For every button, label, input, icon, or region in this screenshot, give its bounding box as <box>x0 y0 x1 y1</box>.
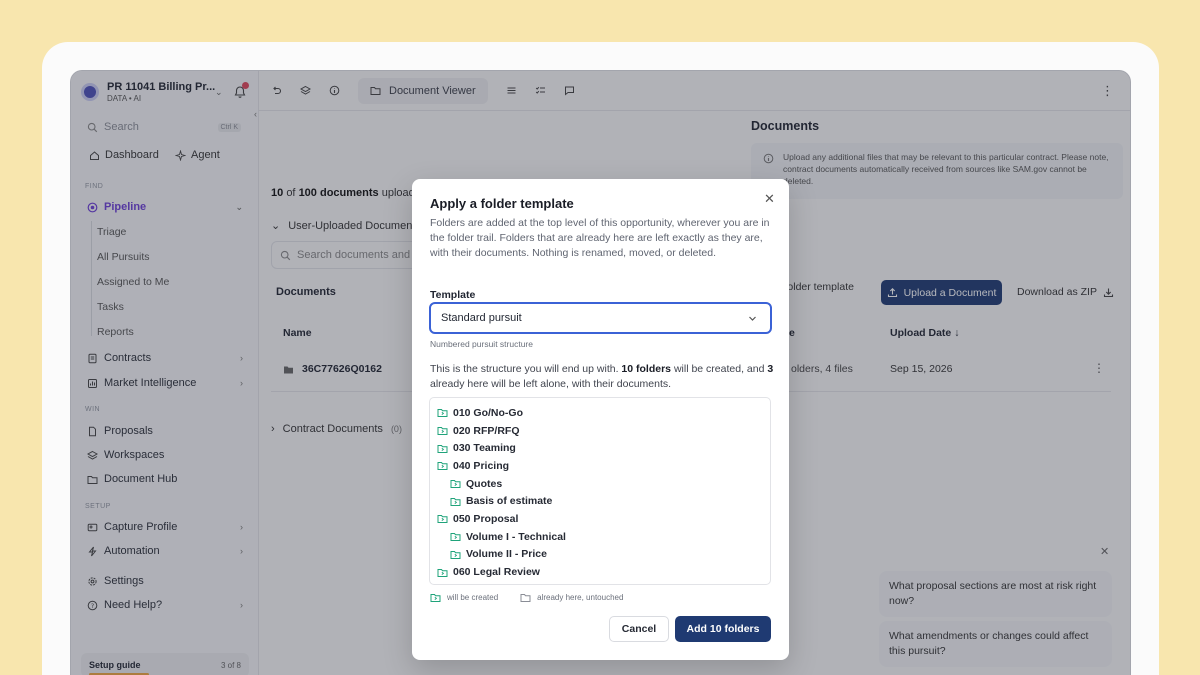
template-select[interactable]: Standard pursuit <box>429 302 772 334</box>
folder-tree-preview: 010 Go/No-Go 020 RFP/RFQ 030 Teaming 040 Pr… <box>429 397 771 585</box>
chevron-down-icon <box>749 316 756 321</box>
tree-folder-item: 020 RFP/RFQ <box>430 422 770 440</box>
tree-folder-item: 050 Proposal <box>430 510 770 528</box>
tree-folder-label: Volume II - Price <box>466 548 547 561</box>
summary-part: already here will be left alone, with th… <box>430 378 672 390</box>
tree-folder-label: Basis of estimate <box>466 495 553 508</box>
cancel-button[interactable]: Cancel <box>609 616 669 642</box>
tree-folder-label: 010 Go/No-Go <box>453 406 524 419</box>
close-icon[interactable]: ✕ <box>764 191 775 207</box>
legend-created-label: will be created <box>447 593 499 602</box>
tree-folder-item: 010 Go/No-Go <box>430 404 770 422</box>
folder-new-icon <box>437 462 448 471</box>
folder-new-icon <box>437 409 448 418</box>
add-folders-button[interactable]: Add 10 folders <box>675 616 771 642</box>
folder-template-dialog: ✕ Apply a folder template Folders are ad… <box>412 179 789 660</box>
dialog-title: Apply a folder template <box>430 196 574 211</box>
template-hint: Numbered pursuit structure <box>430 339 533 349</box>
folder-new-icon <box>450 533 461 542</box>
summary-part: will be created, and <box>673 363 765 375</box>
tree-folder-label: 040 Pricing <box>453 459 510 472</box>
folder-new-icon <box>437 515 448 524</box>
tree-legend: will be created already here, untouched <box>430 592 623 603</box>
folder-new-icon <box>430 594 441 602</box>
summary-part: This is the structure you will end up wi… <box>430 363 619 375</box>
tree-folder-label: Volume I - Technical <box>466 530 566 543</box>
tree-folder-item: 030 Teaming <box>430 439 770 457</box>
folder-new-icon <box>450 550 461 559</box>
folder-new-icon <box>450 480 461 489</box>
template-summary: This is the structure you will end up wi… <box>430 362 775 392</box>
tree-folder-item: Basis of estimate <box>430 492 770 510</box>
tree-folder-item: 040 Pricing <box>430 457 770 475</box>
folder-new-icon <box>437 427 448 436</box>
folder-new-icon <box>437 568 448 577</box>
tree-folder-item: 060 Legal Review <box>430 563 770 581</box>
folder-new-icon <box>450 497 461 506</box>
folder-new-icon <box>437 444 448 453</box>
tree-folder-label: 050 Proposal <box>453 512 519 525</box>
template-label: Template <box>430 289 476 301</box>
folder-existing-icon <box>520 594 531 602</box>
tree-folder-item: Volume II - Price <box>430 546 770 564</box>
tree-folder-label: 060 Legal Review <box>453 566 540 579</box>
summary-created-count: 10 folders <box>621 363 672 375</box>
tree-folder-label: 030 Teaming <box>453 442 516 455</box>
summary-existing-count: 3 <box>767 363 774 375</box>
tree-folder-label: Quotes <box>466 477 503 490</box>
template-select-value: Standard pursuit <box>441 312 522 324</box>
tree-folder-item: Volume I - Technical <box>430 528 770 546</box>
tree-folder-label: 020 RFP/RFQ <box>453 424 520 437</box>
dialog-description: Folders are added at the top level of th… <box>430 217 770 259</box>
legend-untouched-label: already here, untouched <box>537 593 624 602</box>
tree-folder-item: Quotes <box>430 475 770 493</box>
